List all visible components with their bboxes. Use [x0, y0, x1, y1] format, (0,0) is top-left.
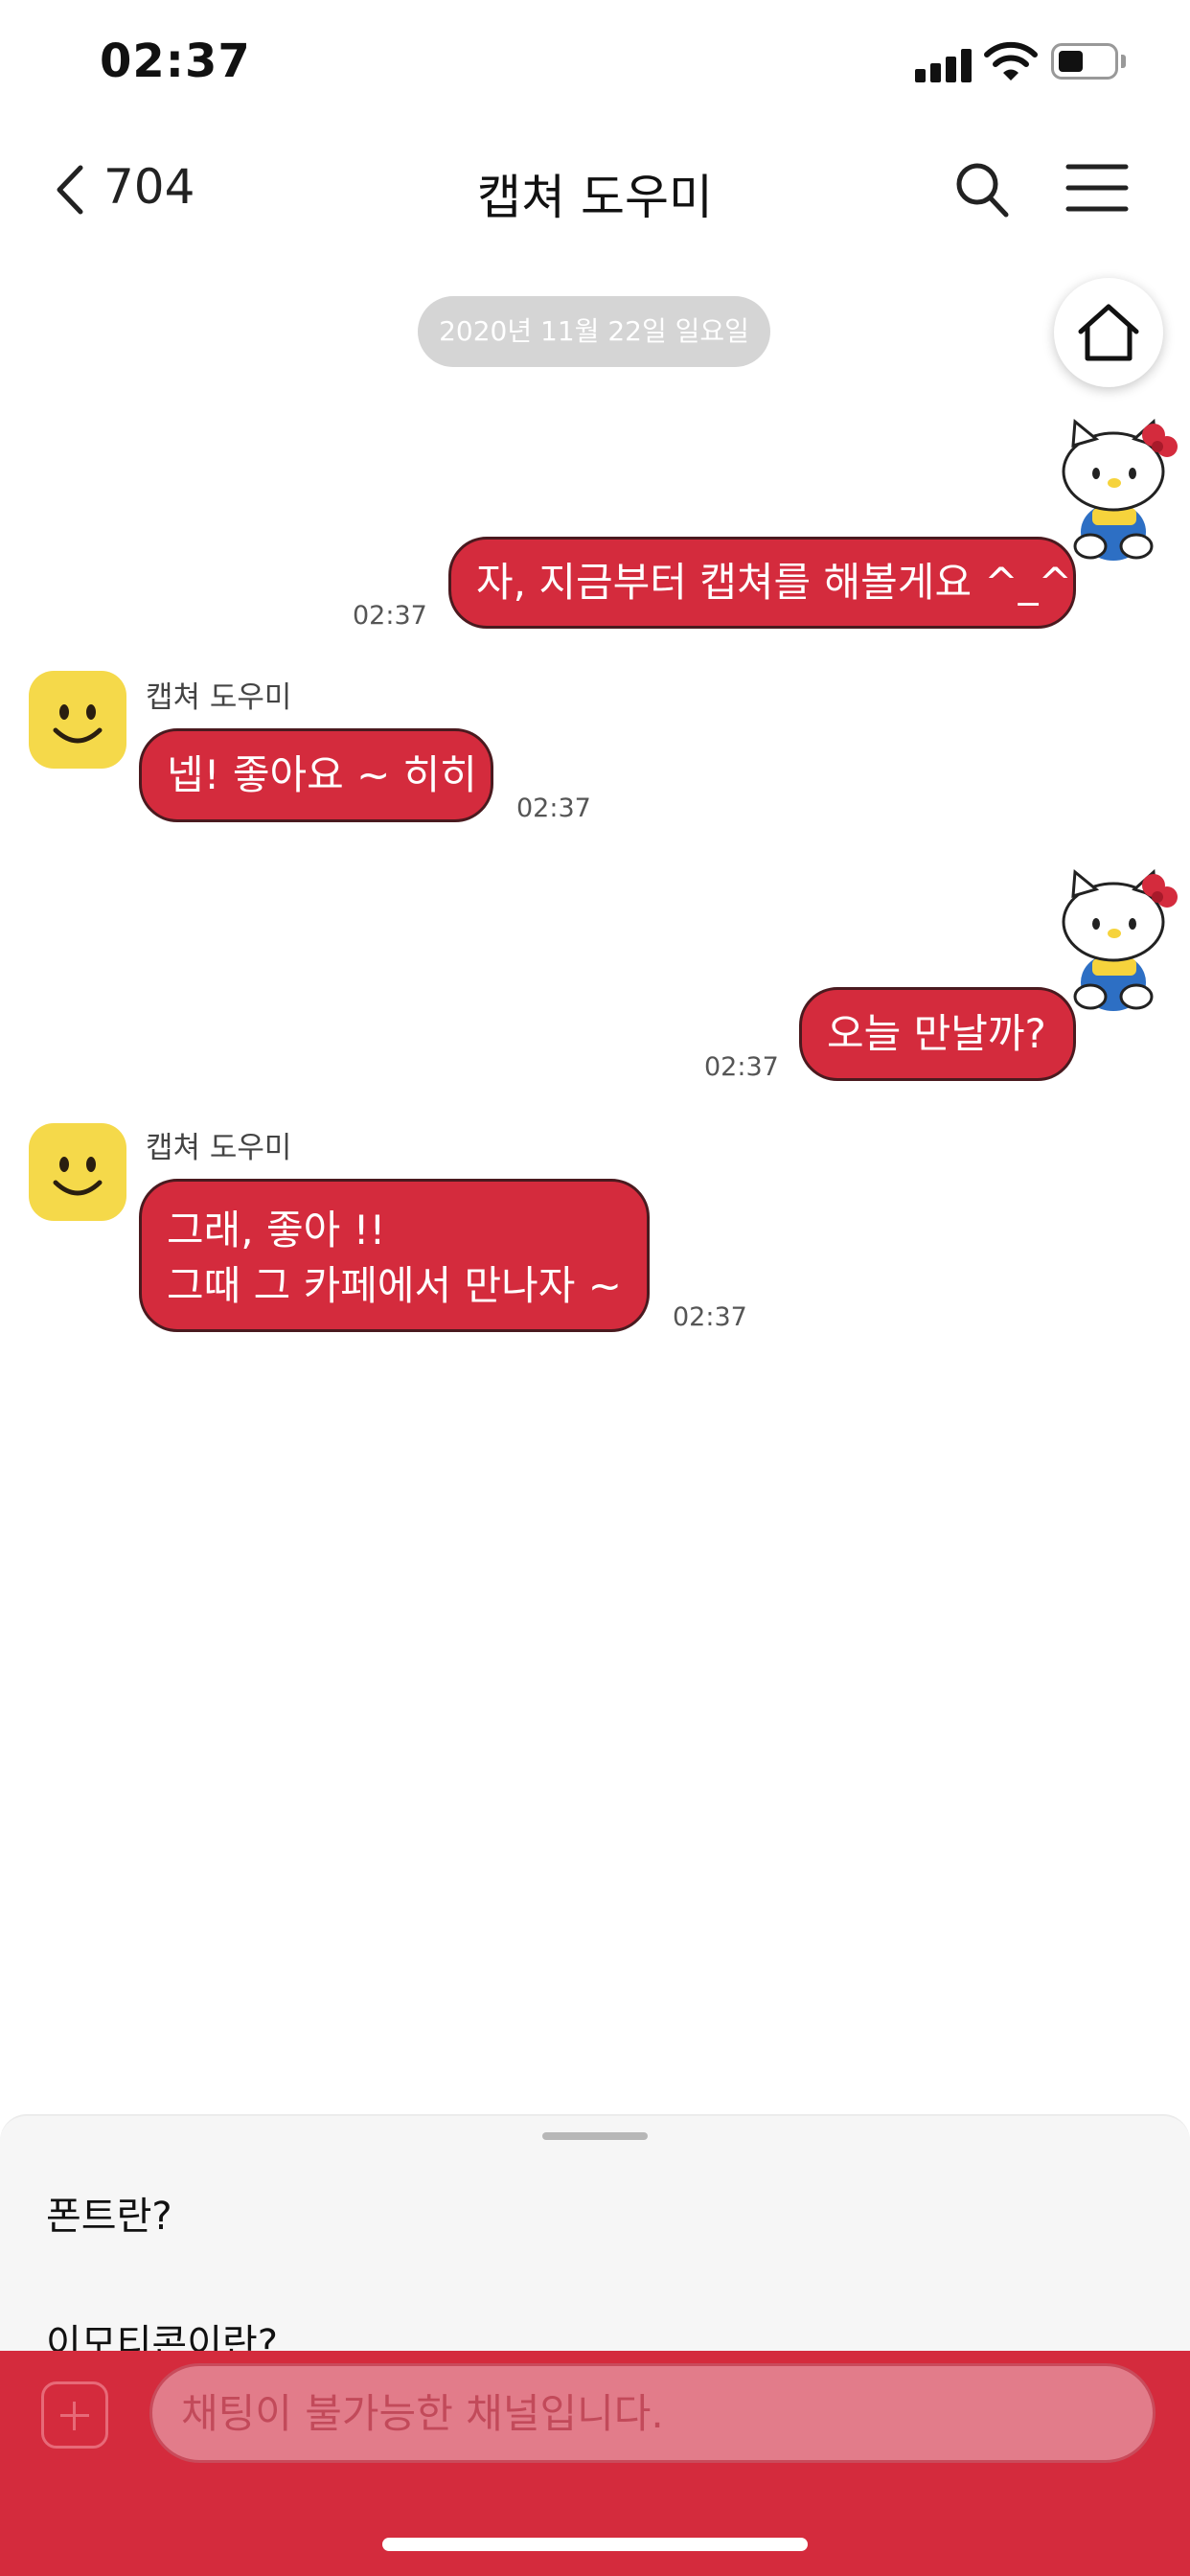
battery-icon — [1051, 43, 1118, 80]
battery-tip — [1121, 55, 1126, 68]
avatar[interactable] — [29, 1123, 126, 1221]
menu-icon[interactable] — [1065, 163, 1129, 213]
date-divider: 2020년 11월 22일 일요일 — [418, 296, 770, 367]
kitty-sticker — [1062, 868, 1178, 1011]
cellular-signal-icon — [915, 48, 973, 82]
smiley-avatar-icon — [53, 1157, 103, 1196]
suggestion-item[interactable]: 폰트란? — [46, 2185, 172, 2241]
sheet-handle[interactable] — [542, 2132, 648, 2140]
message-bubble: 오늘 만날까? — [799, 987, 1076, 1081]
message-bubble: 그래, 좋아 !! 그때 그 카페에서 만나자 ~ — [139, 1179, 650, 1332]
back-icon[interactable] — [50, 158, 98, 221]
chat-input[interactable] — [149, 2363, 1156, 2463]
home-icon — [1078, 304, 1139, 361]
search-icon[interactable] — [954, 159, 1012, 220]
kitty-sticker — [1062, 418, 1178, 561]
home-indicator — [382, 2538, 808, 2551]
message-bubble: 자, 지금부터 캡쳐를 해볼게요 ^_^ — [448, 537, 1076, 629]
message-time: 02:37 — [516, 794, 591, 823]
wifi-icon — [984, 41, 1038, 80]
message-time: 02:37 — [673, 1302, 747, 1332]
avatar[interactable] — [29, 671, 126, 769]
chat-title: 캡쳐 도우미 — [477, 170, 713, 225]
plus-icon[interactable] — [41, 2381, 108, 2449]
smiley-avatar-icon — [53, 704, 103, 744]
sender-name: 캡쳐 도우미 — [146, 1131, 292, 1165]
sender-name: 캡쳐 도우미 — [146, 680, 292, 715]
message-time: 02:37 — [353, 601, 427, 631]
message-time: 02:37 — [704, 1052, 779, 1082]
message-bubble: 넵! 좋아요 ~ 히히 — [139, 728, 493, 822]
home-button[interactable] — [1054, 278, 1163, 387]
status-time: 02:37 — [100, 34, 251, 88]
back-count[interactable]: 704 — [103, 159, 195, 215]
